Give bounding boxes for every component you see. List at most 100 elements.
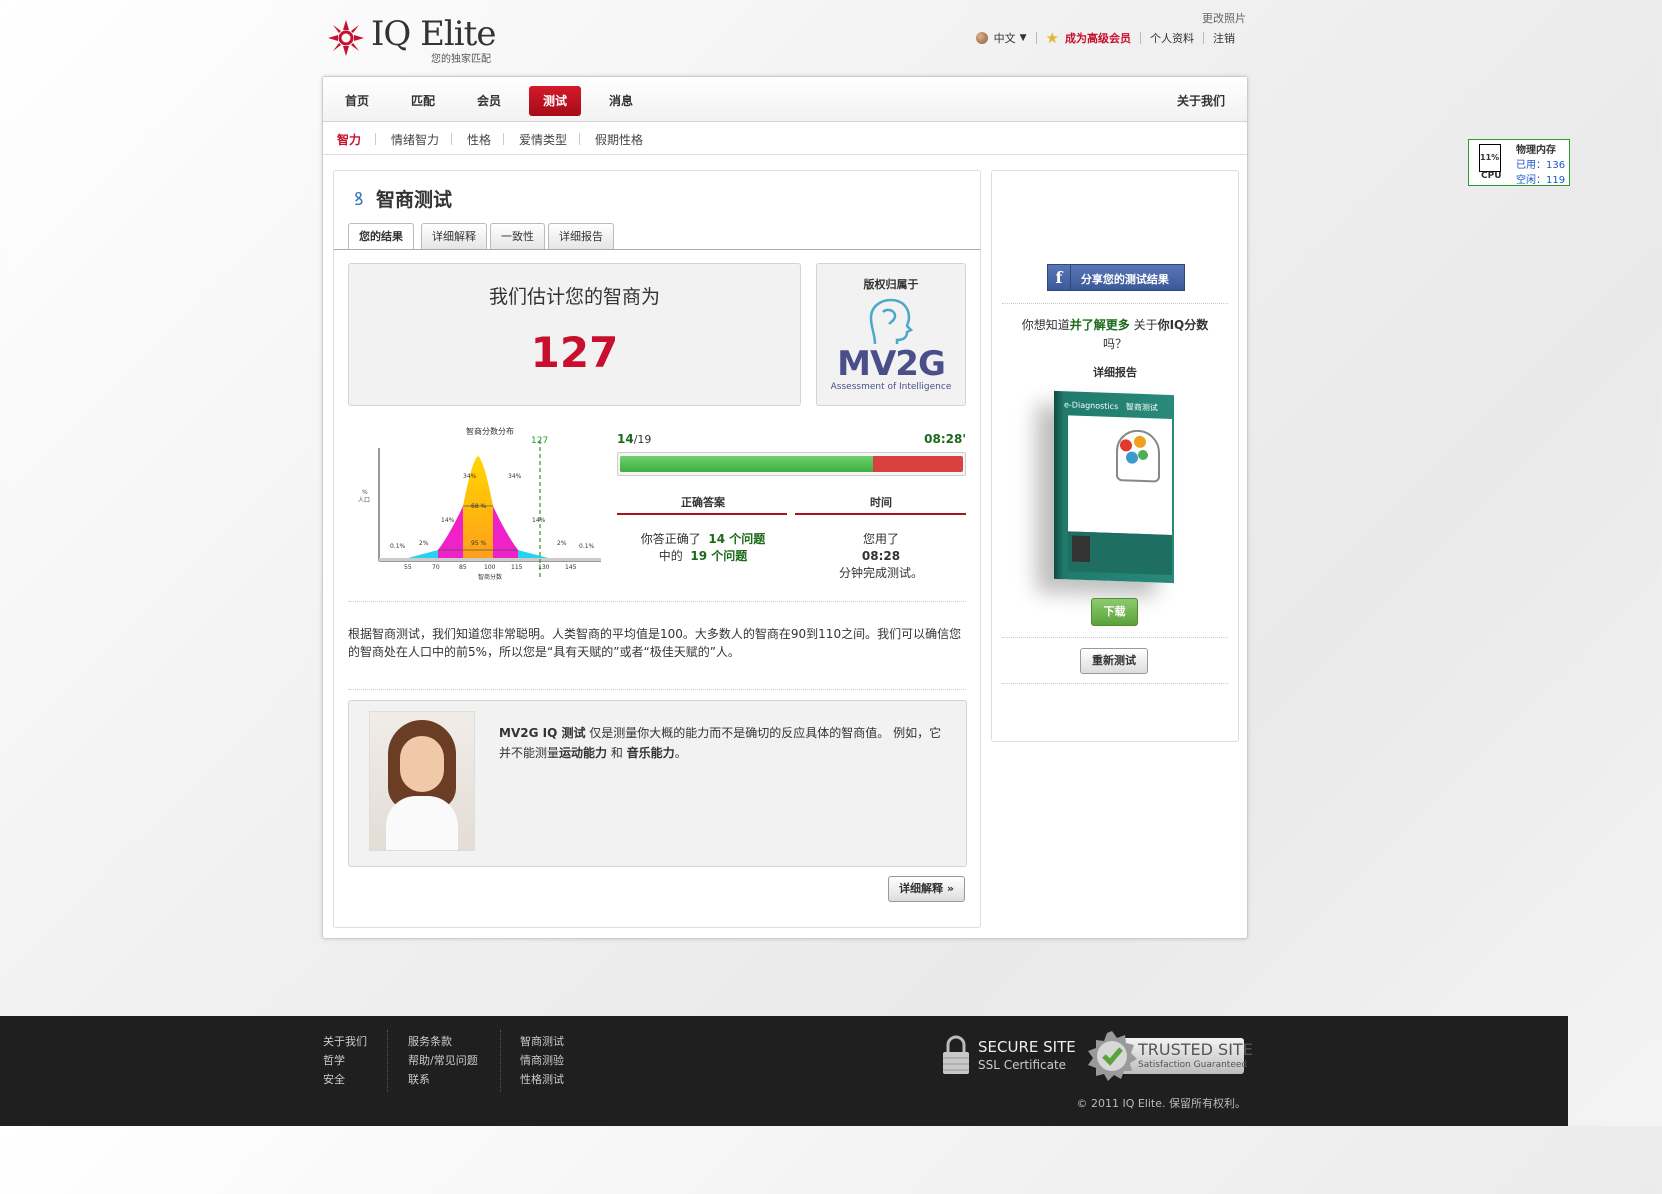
promo-text: 你想知道 [1021, 318, 1070, 332]
divider [1140, 32, 1141, 44]
time-header: 时间 [870, 496, 892, 509]
divider [1035, 32, 1037, 44]
main-nav: 首页 匹配 会员 测试 消息 关于我们 [323, 77, 1247, 122]
note-text: MV2G IQ 测试 仅是测量你大概的能力而不是确切的反应具体的智商值。 例如，… [499, 723, 947, 763]
footer-link-personality-test[interactable]: 性格测试 [520, 1070, 564, 1089]
footer-link-about[interactable]: 关于我们 [323, 1032, 367, 1051]
note-box: MV2G IQ 测试 仅是测量你大概的能力而不是确切的反应具体的智商值。 例如，… [348, 700, 967, 867]
subnav-item-eq[interactable]: 情绪智力 [391, 131, 439, 148]
footer-link-terms[interactable]: 服务条款 [408, 1032, 478, 1051]
divider [1002, 637, 1228, 638]
detailed-explanation-button[interactable]: 详细解释 » [888, 876, 965, 902]
share-facebook-button[interactable]: f 分享您的测试结果 [1047, 264, 1185, 291]
cpu-gauge: 11% [1479, 144, 1501, 172]
tab-detailed-explanation[interactable]: 详细解释 [421, 223, 487, 249]
note-strong: 运动能力 [559, 746, 608, 760]
footer-copyright: © 2011 IQ Elite. 保留所有权利。 [1076, 1097, 1246, 1110]
nav-item-members[interactable]: 会员 [463, 86, 515, 116]
correct-header: 正确答案 [681, 496, 725, 509]
iq-score: 127 [530, 328, 619, 377]
logout-link[interactable]: 注销 [1213, 30, 1235, 46]
promo-text: 关于 [1129, 318, 1158, 332]
score-value: 14 [617, 432, 634, 446]
download-button[interactable]: 下载 [1091, 598, 1138, 626]
trusted-subtitle: Satisfaction Guaranteed [1138, 1060, 1248, 1070]
correct-count: 14 个问题 [708, 532, 766, 546]
footer: 关于我们 哲学 安全 服务条款 帮助/常见问题 联系 智商测试 情商测验 性格测… [0, 1016, 1568, 1126]
chart-xlabel: 智商分数 [478, 574, 503, 581]
divider [348, 601, 966, 602]
result-explanation: 根据智商测试，我们知道您非常聪明。人类智商的平均值是100。大多数人的智商在90… [348, 627, 962, 659]
time-summary: 您用了 08:28 分钟完成测试。 [795, 531, 967, 582]
share-label: 分享您的测试结果 [1080, 273, 1169, 286]
logo[interactable]: IQ Elite 您的独家匹配 [326, 14, 516, 65]
progress-track [620, 456, 963, 472]
footer-link-iq-test[interactable]: 智商测试 [520, 1032, 564, 1051]
tab-consistency[interactable]: 一致性 [490, 223, 545, 249]
divider [579, 133, 580, 145]
head-icon: ꝸ [354, 189, 364, 210]
correct-text: 中的 [658, 549, 683, 563]
nav-item-match[interactable]: 匹配 [397, 86, 449, 116]
tab-your-result[interactable]: 您的结果 [348, 223, 414, 250]
head-profile-icon [869, 298, 913, 345]
nav-item-about[interactable]: 关于我们 [1163, 86, 1239, 116]
divider [500, 1030, 502, 1092]
score-count: 14/19 [617, 432, 651, 446]
footer-link-eq-test[interactable]: 情商测验 [520, 1051, 564, 1070]
memory-free: 空闲：119 [1516, 175, 1566, 186]
nav-item-home[interactable]: 首页 [331, 86, 383, 116]
subnav-item-love-type[interactable]: 爱情类型 [519, 131, 567, 148]
language-select[interactable]: 中文 [994, 30, 1016, 46]
lock-icon [943, 1035, 969, 1074]
divider [348, 689, 966, 690]
results-panel: ꝸ 智商测试 您的结果 详细解释 一致性 详细报告 我们估计您的智商为 127 … [333, 170, 981, 928]
premium-link[interactable]: 成为高级会员 [1065, 30, 1131, 46]
tick-label: 85 [459, 564, 467, 571]
divider [451, 133, 452, 145]
divider [1002, 683, 1228, 684]
divider [503, 133, 504, 145]
tick-label: 130 [538, 564, 550, 571]
tick-label: 70 [432, 564, 440, 571]
divider [1002, 303, 1228, 304]
secure-subtitle: SSL Certificate [978, 1058, 1067, 1072]
footer-link-contact[interactable]: 联系 [408, 1070, 478, 1089]
footer-col-1: 关于我们 哲学 安全 [323, 1032, 367, 1089]
nav-item-tests[interactable]: 测试 [529, 86, 582, 116]
pct-label: 14% [441, 517, 455, 524]
footer-link-help[interactable]: 帮助/常见问题 [408, 1051, 478, 1070]
progress-fill [620, 456, 873, 472]
iq-result-box: 我们估计您的智商为 127 [348, 263, 801, 406]
subnav-item-holiday[interactable]: 假期性格 [595, 131, 643, 148]
tab-detailed-report[interactable]: 详细报告 [548, 223, 614, 249]
star-icon: ★ [1045, 29, 1059, 47]
sub-nav: 智力 情绪智力 性格 爱情类型 假期性格 [323, 122, 1247, 155]
pct-label: 2% [557, 540, 567, 547]
chevron-down-icon[interactable]: ▼ [1020, 33, 1027, 43]
iq-distribution-chart: 智商分数分布 127 % 人口 [348, 426, 608, 581]
secure-site-badge: SECURE SITE SSL Certificate [942, 1034, 1076, 1078]
portrait-photo [369, 711, 475, 851]
note-strong: 音乐能力 [626, 746, 675, 760]
note-span: 。 [674, 746, 687, 760]
promo-strong: 你IQ分数 [1157, 318, 1209, 332]
facebook-icon: f [1048, 265, 1071, 290]
retest-button[interactable]: 重新测试 [1080, 648, 1148, 674]
memory-used: 已用：136 [1516, 160, 1566, 171]
trusted-site-badge: TRUSTED SITE Satisfaction Guaranteed [1086, 1030, 1253, 1084]
nav-item-messages[interactable]: 消息 [595, 86, 647, 116]
footer-link-philosophy[interactable]: 哲学 [323, 1051, 367, 1070]
checkmark-seal-icon [1088, 1031, 1137, 1081]
note-span: 和 [607, 746, 627, 760]
subnav-item-intelligence[interactable]: 智力 [337, 131, 361, 148]
copyright-box: 版权归属于 MV2G Assessment of Intelligence [816, 263, 966, 406]
time-text: 分钟完成测试。 [838, 566, 923, 580]
profile-link[interactable]: 个人资料 [1150, 30, 1194, 46]
note-strong: MV2G IQ 测试 [499, 726, 586, 740]
footer-link-security[interactable]: 安全 [323, 1070, 367, 1089]
logo-text: IQ Elite [371, 14, 496, 54]
change-photo-link[interactable]: 更改照片 [1202, 10, 1246, 26]
secure-title: SECURE SITE [978, 1038, 1076, 1056]
subnav-item-personality[interactable]: 性格 [467, 131, 491, 148]
